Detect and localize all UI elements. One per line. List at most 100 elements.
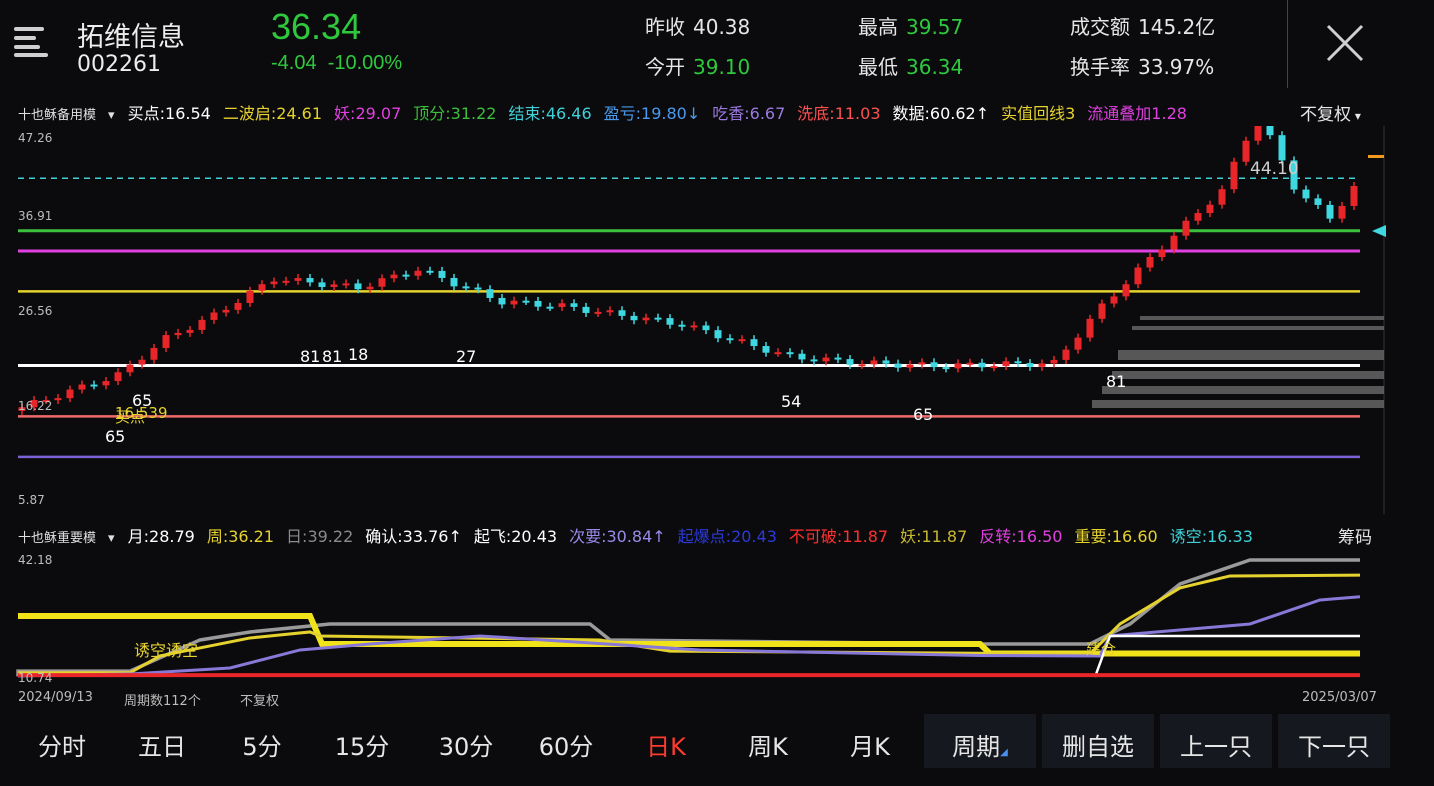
candle-body	[738, 339, 746, 342]
tab-60min[interactable]: 60分	[522, 712, 610, 768]
indicator-select-main[interactable]: 十也稣备用模 ▾	[18, 108, 115, 123]
tab-30min[interactable]: 30分	[418, 712, 514, 768]
candle-body	[606, 310, 614, 313]
axis-label-main: 36.91	[18, 209, 53, 223]
indicator-value: 反转:16.50	[979, 527, 1063, 546]
candle-body	[390, 274, 398, 279]
candle-body	[786, 352, 794, 355]
price-change: -4.04 -10.00%	[271, 52, 403, 74]
candle-body	[1254, 126, 1262, 141]
kline-chart[interactable]: 44.10买点16.539656581 81 18 27546581	[0, 126, 1400, 516]
candle-body	[630, 315, 638, 321]
menu-icon[interactable]	[14, 27, 48, 57]
candle-body	[954, 363, 962, 369]
indicator-value: 数据:60.62↑	[892, 104, 990, 123]
candle-body	[1170, 235, 1178, 250]
candle-count-label: 27	[456, 347, 476, 366]
candle-body	[558, 303, 566, 308]
indicator-value: 妖:29.07	[334, 104, 402, 123]
candle-body	[258, 284, 266, 291]
candle-body	[174, 332, 182, 336]
series-week	[18, 573, 1361, 675]
candle-body	[906, 364, 914, 368]
candle-body	[138, 359, 146, 365]
remove-watchlist-button[interactable]: 删自选	[1042, 714, 1154, 768]
candle-body	[222, 309, 230, 313]
sub-indicator-chart[interactable]: 诱空诱空 建仓	[0, 550, 1400, 690]
candle-body	[1338, 205, 1346, 219]
chip-button[interactable]: 筹码	[1338, 523, 1372, 548]
candle-body	[294, 278, 302, 281]
previous-stock-button[interactable]: 上一只	[1160, 714, 1272, 768]
candle-body	[1314, 198, 1322, 205]
next-stock-button[interactable]: 下一只	[1278, 714, 1390, 768]
tab-5min[interactable]: 5分	[218, 712, 306, 768]
period-button[interactable]: 周期◢	[924, 714, 1036, 768]
current-price-marker	[1372, 225, 1386, 237]
build-label: 建仓	[1086, 640, 1116, 658]
candle-body	[702, 325, 710, 331]
candle-body	[318, 282, 326, 288]
candle-body	[1206, 204, 1214, 214]
stat-prev-close: 昨收 40.38	[645, 15, 751, 39]
date-end: 2025/03/07	[1302, 690, 1377, 705]
stat-high: 最高 39.57	[858, 15, 964, 39]
adjust-select[interactable]: 不复权 ▾	[1300, 100, 1361, 125]
candle-body	[942, 367, 950, 370]
axis-label-main: 26.56	[18, 304, 53, 318]
indicator-value: 二波启:24.61	[222, 104, 323, 123]
candle-body	[618, 310, 626, 316]
candle-count-label: 65	[105, 427, 125, 446]
indicator-value: 日:39.22	[286, 527, 354, 546]
trap-label: 诱空诱空	[134, 641, 198, 660]
candle-body	[1326, 204, 1334, 219]
candle-body	[210, 312, 218, 320]
candle-count-label: 81	[322, 347, 342, 366]
tab-monthly-k[interactable]: 月K	[826, 712, 914, 768]
tab-daily-k[interactable]: 日K	[622, 712, 710, 768]
candle-body	[1350, 186, 1358, 206]
indicator-value: 买点:16.54	[127, 104, 211, 123]
candle-body	[834, 357, 842, 360]
candle-body	[546, 306, 554, 309]
close-button[interactable]	[1287, 0, 1400, 88]
candle-body	[1230, 161, 1238, 190]
candle-body	[306, 278, 314, 283]
stat-turnover-amount: 成交额 145.2亿	[1070, 15, 1216, 39]
candle-body	[186, 329, 194, 333]
candle-body	[978, 362, 986, 368]
axis-label-main: 16.22	[18, 399, 53, 413]
candle-body	[366, 286, 374, 290]
candle-body	[270, 281, 278, 285]
candle-body	[114, 372, 122, 382]
tab-weekly-k[interactable]: 周K	[722, 712, 814, 768]
candle-body	[534, 300, 542, 307]
candle-body	[1110, 296, 1118, 304]
close-icon	[1326, 24, 1364, 62]
tab-five-day[interactable]: 五日	[118, 712, 206, 768]
candle-body	[474, 287, 482, 290]
tab-15min[interactable]: 15分	[318, 712, 406, 768]
candle-body	[1026, 363, 1034, 367]
candle-body	[438, 270, 446, 278]
chip-bar	[1132, 326, 1384, 330]
candle-body	[462, 286, 470, 289]
no-adjust-label: 不复权	[240, 694, 280, 709]
candle-body	[966, 362, 974, 365]
last-price: 36.34	[271, 6, 362, 47]
candle-body	[162, 335, 170, 348]
candle-body	[582, 306, 590, 313]
tab-intraday[interactable]: 分时	[18, 712, 106, 768]
indicator-select-sub[interactable]: 十也稣重要模 ▾	[18, 531, 115, 546]
indicator-value: 月:28.79	[127, 527, 195, 546]
candle-count-label: 54	[781, 392, 801, 411]
candle-body	[90, 384, 98, 387]
candle-body	[762, 346, 770, 353]
candle-body	[882, 360, 890, 364]
candle-body	[234, 302, 242, 310]
candle-body	[78, 384, 86, 390]
candle-body	[1062, 349, 1070, 360]
candle-body	[1014, 361, 1022, 364]
candle-body	[510, 300, 518, 305]
axis-label-sub: 10.74	[18, 671, 53, 685]
